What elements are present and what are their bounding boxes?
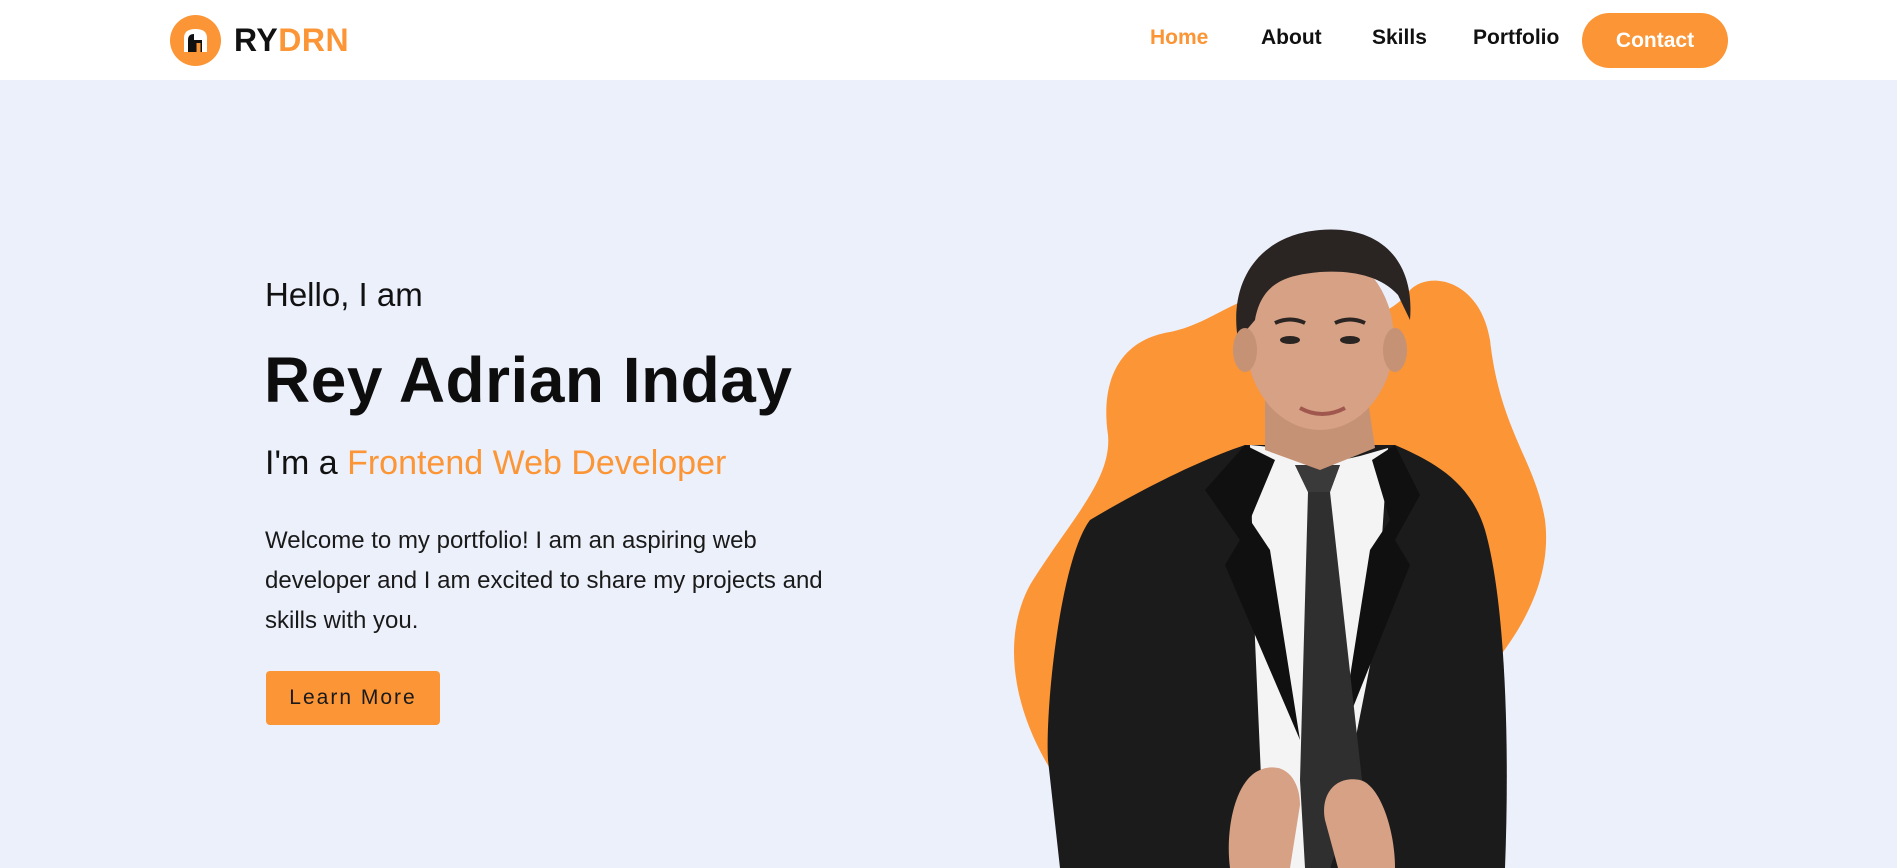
brand-name-part2: DRN [278,21,350,58]
brand-name-part1: RY [234,21,279,58]
nav-about-link[interactable]: About [1261,26,1322,50]
hero-role-prefix: I'm a [265,444,348,482]
contact-button[interactable]: Contact [1582,13,1728,68]
hero-name: Rey Adrian Inday [264,344,793,416]
hero-description: Welcome to my portfolio! I am an aspirin… [265,527,823,634]
brand-name: RYDRN [234,22,349,59]
learn-more-button[interactable]: Learn More [266,671,440,725]
brand-logo-link[interactable]: RYDRN [170,14,349,66]
nav-skills-link[interactable]: Skills [1372,26,1427,50]
navbar: RYDRN Home About Skills Portfolio Contac… [0,0,1897,80]
hero-role-highlight: Frontend Web Developer [347,444,727,482]
nav-home-link[interactable]: Home [1150,26,1208,50]
hero-role: I'm a Frontend Web Developer [265,444,726,483]
hero-portrait-image [1014,229,1547,868]
house-logo-icon [170,14,221,66]
hero-greeting: Hello, I am [265,276,423,313]
nav-portfolio-link[interactable]: Portfolio [1473,26,1559,50]
